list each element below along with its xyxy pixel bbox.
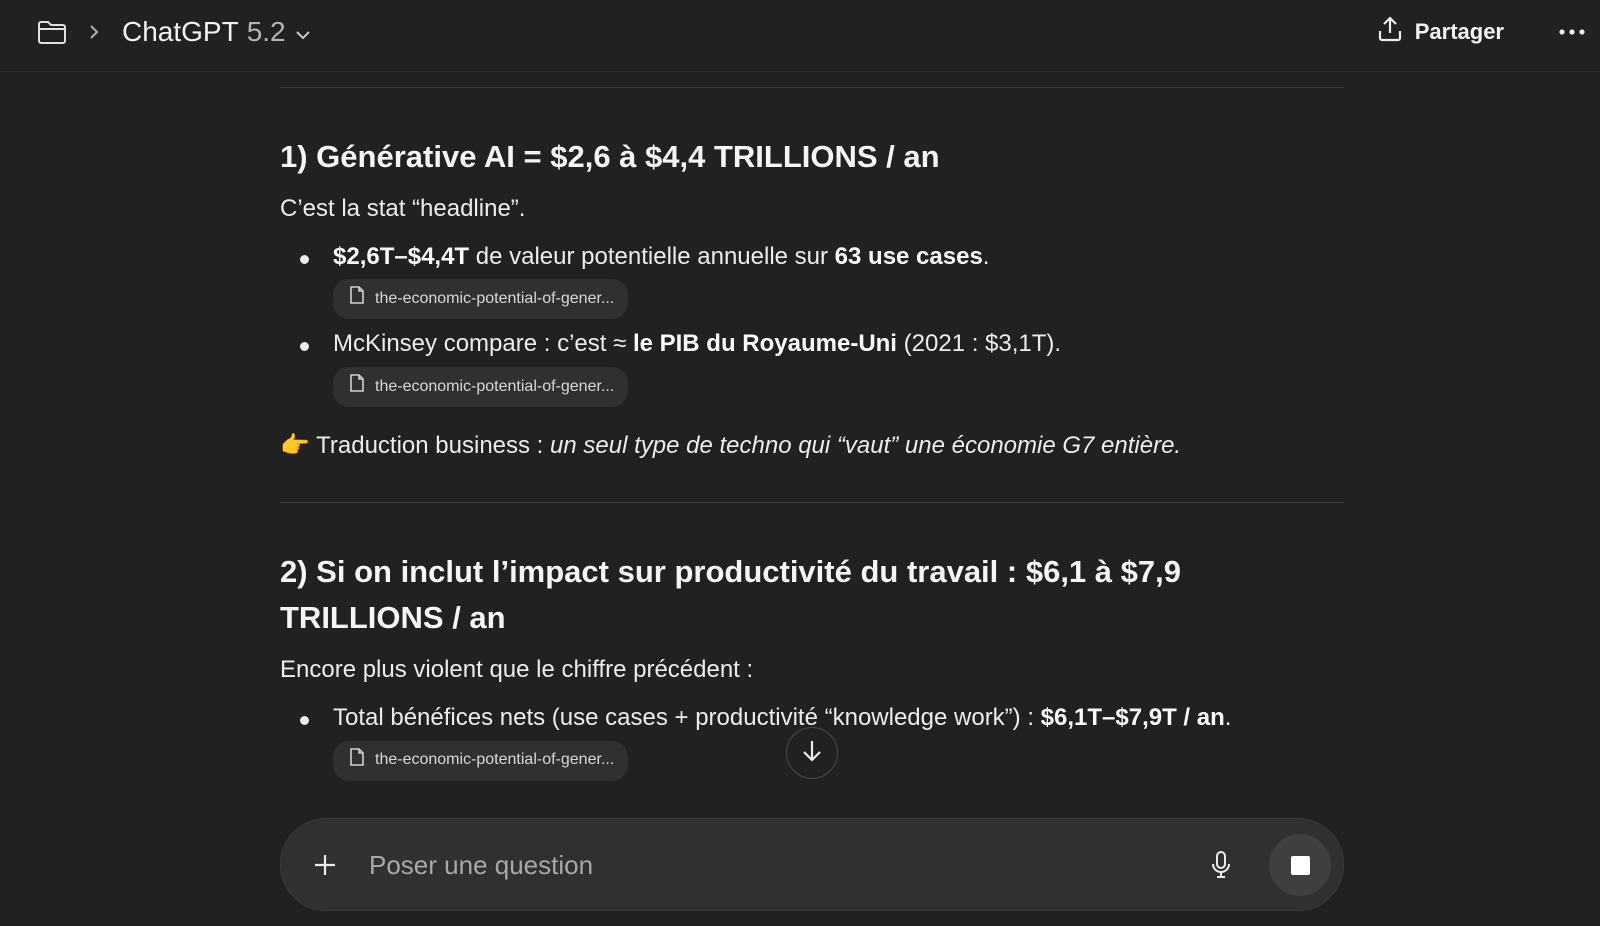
chevron-down-icon <box>294 16 312 48</box>
list-item: $2,6T–$4,4T de valeur potentielle annuel… <box>280 240 1344 320</box>
composer <box>280 818 1344 911</box>
divider <box>280 502 1344 504</box>
message-input[interactable] <box>367 841 1167 889</box>
file-icon <box>349 373 365 400</box>
model-version: 5.2 <box>246 16 286 47</box>
file-icon <box>349 747 365 774</box>
bullet-list: $2,6T–$4,4T de valeur potentielle annuel… <box>280 240 1344 407</box>
bold-text: le PIB du Royaume-Uni <box>632 330 897 358</box>
arrow-down-icon <box>801 738 823 769</box>
body-text: (2021 : $3,1T). <box>896 330 1062 358</box>
section-intro: Encore plus violent que le chiffre précé… <box>280 656 754 684</box>
more-dots-icon[interactable] <box>1552 12 1592 52</box>
body-text: . <box>1224 703 1232 731</box>
pointing-hand-emoji: 👉 <box>280 431 310 459</box>
list-item: McKinsey compare : c’est ≈ le PIB du Roy… <box>280 327 1344 407</box>
stop-icon <box>1290 855 1310 875</box>
body-text: . <box>982 242 990 270</box>
chevron-right-icon <box>86 20 102 44</box>
model-selector[interactable]: ChatGPT 5.2 <box>122 12 312 52</box>
citation-chip[interactable]: the-economic-potential-of-gener... <box>333 740 629 781</box>
citation-label: the-economic-potential-of-gener... <box>375 289 615 307</box>
model-name: ChatGPT <box>122 16 239 47</box>
share-label: Partager <box>1414 19 1504 44</box>
citation-chip[interactable]: the-economic-potential-of-gener... <box>333 279 629 320</box>
plus-icon[interactable] <box>305 845 345 885</box>
body-text: Total bénéfices nets (use cases + produc… <box>333 703 1041 731</box>
section-intro: C’est la stat “headline”. <box>280 195 526 222</box>
scroll-to-bottom-button[interactable] <box>786 727 838 779</box>
section-heading: 2) Si on inclut l’impact sur productivit… <box>280 554 1181 636</box>
divider <box>280 87 1344 88</box>
stop-button[interactable] <box>1269 834 1331 896</box>
takeaway-line: 👉 Traduction business : un seul type de … <box>280 429 1344 463</box>
takeaway-label: Traduction business : <box>316 431 551 459</box>
bold-text: $6,1T–$7,9T / an <box>1040 703 1225 731</box>
citation-label: the-economic-potential-of-gener... <box>375 377 615 395</box>
assistant-message: 1) Générative AI = $2,6 à $4,4 TRILLIONS… <box>280 72 1344 812</box>
citation-chip[interactable]: the-economic-potential-of-gener... <box>333 366 629 407</box>
body-text: McKinsey compare : c’est ≈ <box>333 330 633 358</box>
top-bar: ChatGPT 5.2 Partager <box>0 0 1600 72</box>
bold-text: 63 use cases <box>834 242 983 270</box>
section-heading: 1) Générative AI = $2,6 à $4,4 TRILLIONS… <box>280 139 940 174</box>
file-icon <box>349 285 365 312</box>
takeaway-italic: un seul type de techno qui “vaut” une éc… <box>550 431 1182 459</box>
folder-icon[interactable] <box>34 14 70 50</box>
bold-text: $2,6T–$4,4T <box>333 242 470 270</box>
microphone-icon[interactable] <box>1201 845 1241 885</box>
body-text: de valeur potentielle annuelle sur <box>469 242 835 270</box>
citation-label: the-economic-potential-of-gener... <box>375 751 615 769</box>
share-upload-icon <box>1377 15 1403 49</box>
share-button[interactable]: Partager <box>1377 12 1504 52</box>
